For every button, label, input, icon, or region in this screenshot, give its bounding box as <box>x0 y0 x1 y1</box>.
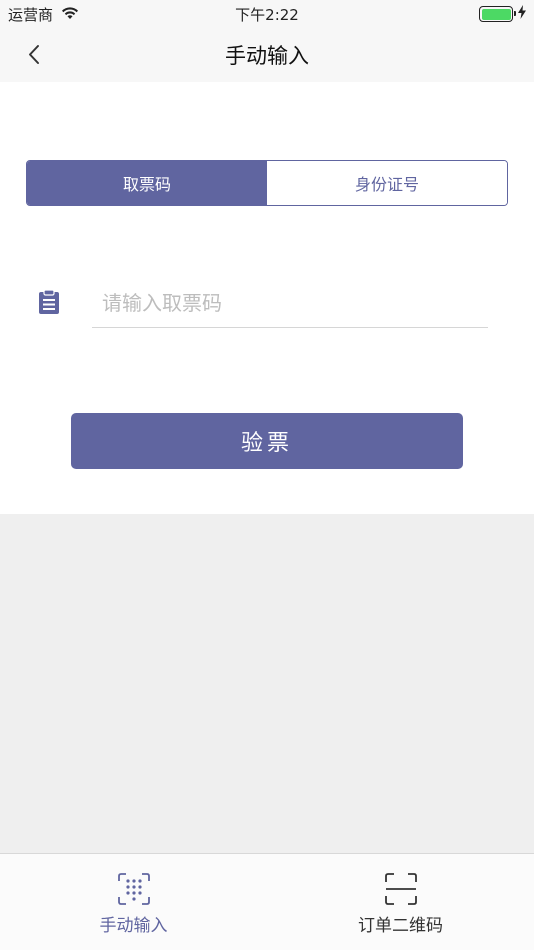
nav-bar: 手动输入 <box>0 28 534 82</box>
status-right <box>479 5 526 23</box>
pickup-code-field <box>92 278 488 328</box>
scan-frame-icon <box>384 872 418 906</box>
segmented-control: 取票码 身份证号 <box>26 160 508 206</box>
tab-bar: 手动输入 订单二维码 <box>0 853 534 950</box>
tab-manual-input-label: 手动输入 <box>99 916 168 936</box>
verify-ticket-button[interactable]: 验票 <box>71 413 463 469</box>
pickup-code-input[interactable] <box>92 278 488 327</box>
clipboard-icon <box>38 289 60 315</box>
segment-pickup-code[interactable]: 取票码 <box>27 161 267 205</box>
status-time: 下午2:22 <box>235 6 299 24</box>
battery-level <box>481 8 511 20</box>
tab-manual-input[interactable]: 手动输入 <box>0 854 267 950</box>
battery-icon <box>479 6 516 22</box>
charging-icon <box>518 5 526 23</box>
page-title: 手动输入 <box>225 44 309 68</box>
main-content: 取票码 身份证号 验票 <box>0 82 534 514</box>
tab-order-qrcode[interactable]: 订单二维码 <box>267 854 534 950</box>
status-bar: 运营商 下午2:22 <box>0 0 534 28</box>
tab-order-qrcode-label: 订单二维码 <box>358 916 443 936</box>
segment-id-number[interactable]: 身份证号 <box>267 161 507 205</box>
keypad-scan-icon <box>117 872 151 906</box>
